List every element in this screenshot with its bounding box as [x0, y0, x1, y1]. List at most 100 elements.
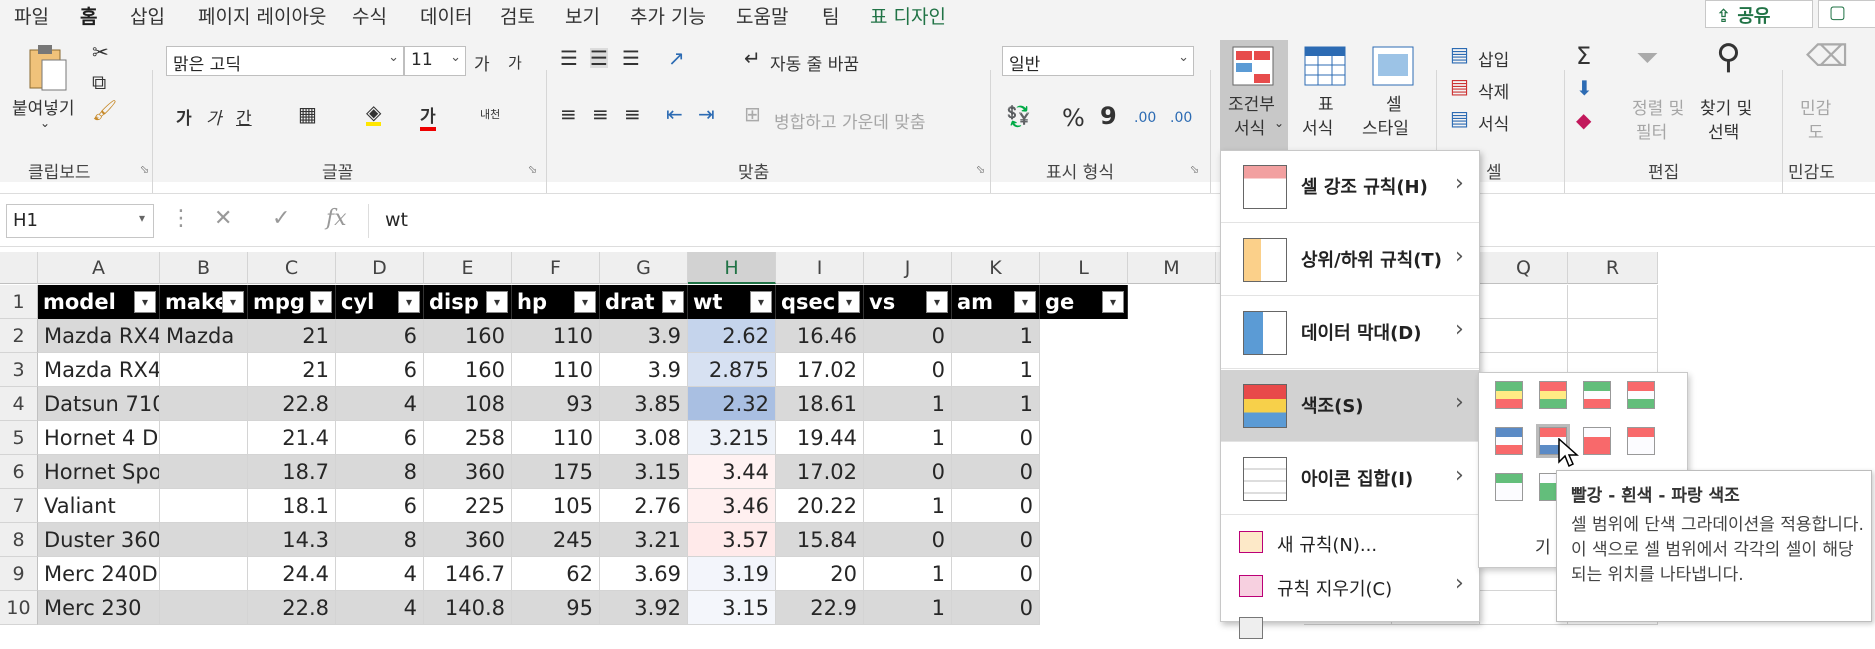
decrease-indent-icon[interactable]: ⇤	[666, 104, 683, 124]
table-cell[interactable]: 3.69	[600, 557, 688, 591]
table-cell[interactable]: 0	[864, 455, 952, 489]
share-button[interactable]: ⇪ 공유	[1705, 0, 1813, 28]
delete-cells-button[interactable]: 삭제	[1478, 78, 1509, 103]
table-cell[interactable]: 105	[512, 489, 600, 523]
font-color-button[interactable]: 가	[420, 102, 436, 131]
table-cell[interactable]: 245	[512, 523, 600, 557]
table-cell[interactable]: 15.84	[776, 523, 864, 557]
menu-item-clear-rules[interactable]: 규칙 지우기(C) ›	[1221, 565, 1479, 607]
table-header-drat[interactable]: drat ▾	[600, 285, 688, 319]
table-header-hp[interactable]: hp ▾	[512, 285, 600, 319]
table-header-qsec[interactable]: qsec ▾	[776, 285, 864, 319]
table-cell[interactable]: 6	[336, 319, 424, 353]
bold-button[interactable]: 가	[176, 104, 192, 129]
table-cell[interactable]: 258	[424, 421, 512, 455]
table-cell[interactable]: Hornet 4 Drive	[38, 421, 160, 455]
table-cell[interactable]: 140.8	[424, 591, 512, 625]
format-painter-icon[interactable]: 🖌	[92, 100, 117, 120]
row-header-10[interactable]: 10	[0, 591, 38, 625]
filter-dropdown-icon[interactable]: ▾	[1014, 291, 1036, 313]
table-cell[interactable]	[160, 353, 248, 387]
table-cell[interactable]: 1	[864, 591, 952, 625]
table-cell[interactable]: 62	[512, 557, 600, 591]
menu-item-color-scales[interactable]: 색조(S) ›	[1221, 370, 1479, 442]
format-as-table-button[interactable]: 표 서식	[1294, 40, 1356, 155]
filter-dropdown-icon[interactable]: ▾	[838, 291, 860, 313]
increase-indent-icon[interactable]: ⇥	[698, 104, 715, 124]
table-header-mpg[interactable]: mpg ▾	[248, 285, 336, 319]
font-name-combo[interactable]: 맑은 고딕 ⌄	[166, 46, 404, 76]
table-header-model[interactable]: model ▾	[38, 285, 160, 319]
table-cell[interactable]: 2.32	[688, 387, 776, 421]
table-cell[interactable]: 3.85	[600, 387, 688, 421]
dialog-launcher-icon[interactable]: ⬂	[1190, 163, 1199, 176]
phonetic-button[interactable]: 내천	[480, 106, 500, 122]
filter-dropdown-icon[interactable]: ▾	[134, 291, 156, 313]
color-scale-swatch[interactable]	[1627, 381, 1655, 409]
tab-review[interactable]: 검토	[500, 2, 535, 29]
tab-add-ins[interactable]: 추가 기능	[630, 2, 706, 29]
table-cell[interactable]: 2.875	[688, 353, 776, 387]
color-scale-swatch[interactable]	[1583, 427, 1611, 455]
merge-center-button[interactable]: 병합하고 가운데 맞춤	[774, 108, 926, 133]
align-right-icon[interactable]: ≡	[624, 104, 641, 124]
table-cell[interactable]: 95	[512, 591, 600, 625]
table-header-disp[interactable]: disp ▾	[424, 285, 512, 319]
table-cell[interactable]: 1	[864, 489, 952, 523]
row-header-3[interactable]: 3	[0, 353, 38, 387]
menu-item-manage-rules[interactable]	[1221, 607, 1479, 649]
accounting-format-icon[interactable]: 💱	[1006, 106, 1031, 126]
increase-decimal-button[interactable]: .00	[1134, 110, 1156, 126]
column-header-m[interactable]: M	[1128, 252, 1216, 284]
table-cell[interactable]: 0	[864, 523, 952, 557]
table-cell[interactable]: 20	[776, 557, 864, 591]
table-cell[interactable]: 4	[336, 591, 424, 625]
table-cell[interactable]	[160, 421, 248, 455]
empty-cell[interactable]	[1480, 591, 1568, 625]
column-header-q[interactable]: Q	[1480, 252, 1568, 284]
table-header-cyl[interactable]: cyl ▾	[336, 285, 424, 319]
cancel-icon[interactable]: ✕	[214, 206, 232, 231]
wrap-text-button[interactable]: 자동 줄 바꿈	[770, 50, 859, 75]
table-cell[interactable]: 20.22	[776, 489, 864, 523]
column-header-a[interactable]: A	[38, 252, 160, 284]
cut-icon[interactable]: ✂	[92, 42, 109, 62]
table-cell[interactable]: 1	[952, 387, 1040, 421]
table-cell[interactable]: 3.215	[688, 421, 776, 455]
table-cell[interactable]: 110	[512, 319, 600, 353]
empty-cell[interactable]	[1480, 285, 1568, 319]
table-cell[interactable]: 18.61	[776, 387, 864, 421]
table-cell[interactable]: 14.3	[248, 523, 336, 557]
column-header-r[interactable]: R	[1568, 252, 1658, 284]
filter-dropdown-icon[interactable]: ▾	[310, 291, 332, 313]
table-cell[interactable]	[160, 557, 248, 591]
find-select-icon[interactable]: ⚲	[1716, 40, 1741, 74]
filter-dropdown-icon[interactable]: ▾	[486, 291, 508, 313]
table-cell[interactable]: Mazda RX4 Wag	[38, 353, 160, 387]
format-cells-button[interactable]: 서식	[1478, 110, 1509, 135]
table-cell[interactable]: 2.62	[688, 319, 776, 353]
column-header-k[interactable]: K	[952, 252, 1040, 284]
table-cell[interactable]: 22.9	[776, 591, 864, 625]
table-cell[interactable]	[160, 489, 248, 523]
table-cell[interactable]: 3.15	[688, 591, 776, 625]
table-cell[interactable]: 360	[424, 455, 512, 489]
tab-help[interactable]: 도움말	[736, 2, 788, 29]
row-header-2[interactable]: 2	[0, 319, 38, 353]
insert-function-icon[interactable]: fx	[326, 206, 347, 231]
table-cell[interactable]: 160	[424, 353, 512, 387]
sensitivity-button[interactable]: 민감	[1800, 94, 1831, 119]
comma-button[interactable]: 9	[1100, 102, 1117, 130]
fill-icon[interactable]: ⬇	[1576, 78, 1593, 98]
row-header-7[interactable]: 7	[0, 489, 38, 523]
color-scale-swatch[interactable]	[1583, 381, 1611, 409]
border-icon[interactable]: ▦	[298, 104, 317, 124]
empty-cell[interactable]	[1480, 319, 1568, 353]
table-cell[interactable]: Merc 240D	[38, 557, 160, 591]
table-cell[interactable]: 18.7	[248, 455, 336, 489]
tab-team[interactable]: 팀	[822, 2, 839, 29]
italic-button[interactable]: 가	[206, 104, 222, 129]
table-cell[interactable]: 110	[512, 421, 600, 455]
table-cell[interactable]: 8	[336, 523, 424, 557]
table-cell[interactable]	[160, 591, 248, 625]
